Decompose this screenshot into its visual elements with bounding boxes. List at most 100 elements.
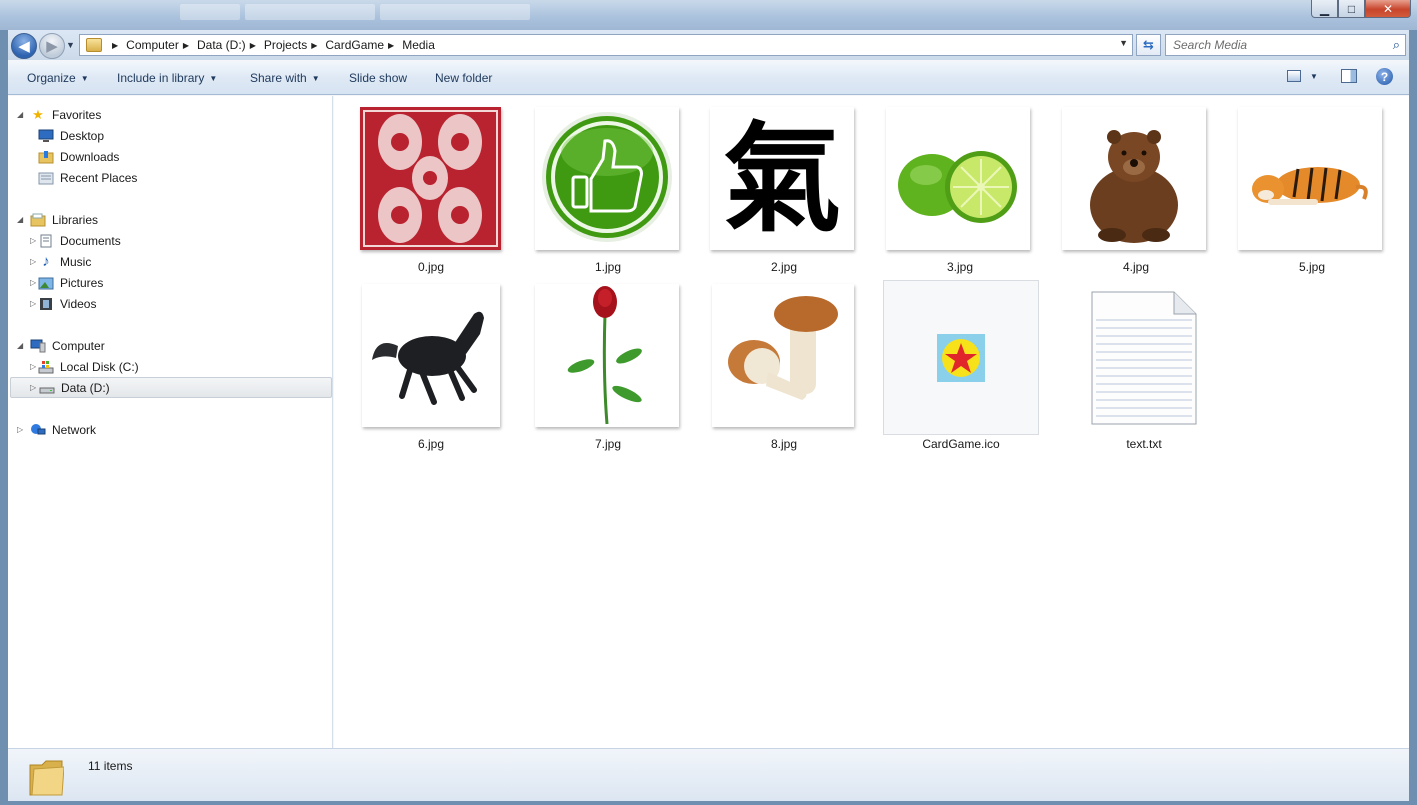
computer-icon [30,338,46,354]
expand-triangle-icon[interactable]: ◢ [17,110,23,119]
expand-triangle-icon[interactable]: ▷ [30,299,36,308]
chevron-down-icon: ▼ [80,74,89,83]
sidebar-item-data-d[interactable]: ▷ Data (D:) [10,377,332,398]
preview-pane-icon[interactable] [1341,69,1357,83]
tiger-image [1238,107,1382,250]
organize-button[interactable]: Organize ▼ [27,71,89,85]
expand-triangle-icon[interactable]: ▷ [30,236,36,245]
sidebar-item-downloads[interactable]: Downloads [38,146,119,167]
expand-triangle-icon[interactable]: ▷ [17,425,23,434]
maximize-button[interactable]: □ [1338,0,1365,18]
recent-pages-dropdown[interactable]: ▼ [66,40,75,50]
sidebar-item-videos[interactable]: ▷ Videos [30,293,96,314]
breadcrumb-data-drive[interactable]: Data (D:) ▶ [197,38,264,52]
sidebar-item-recent-places[interactable]: Recent Places [38,167,137,188]
expand-triangle-icon[interactable]: ◢ [17,215,23,224]
libraries-icon [30,212,46,228]
file-list: 0.jpg 1.jpg 氣 2.jpg 3.jpg 4.jpg 5.jpg 6.… [334,96,1409,748]
sidebar-item-local-disk-c[interactable]: ▷ Local Disk (C:) [30,356,139,377]
sidebar-item-music[interactable]: ▷ ♪ Music [30,251,91,272]
sidebar-item-network[interactable]: ▷ Network [17,419,96,440]
back-button[interactable]: ◀ [11,33,37,59]
music-note-icon: ♪ [42,253,50,270]
new-folder-button[interactable]: New folder [435,71,492,85]
sidebar-item-desktop[interactable]: Desktop [38,125,104,146]
view-options-dropdown[interactable]: ▼ [1310,72,1318,81]
search-box[interactable]: ⌕ [1165,34,1406,56]
share-label: Share with [250,71,307,85]
navigation-pane: ◢ ★ Favorites Desktop Downloads Recent P… [8,96,333,748]
slide-show-button[interactable]: Slide show [349,71,407,85]
sidebar-item-label: Data (D:) [61,380,110,395]
close-button[interactable]: ✕ [1365,0,1411,18]
breadcrumb-label: Data (D:) [197,38,246,52]
background-window-ghost [180,4,240,20]
chevron-right-icon[interactable]: ▶ [311,41,317,50]
sidebar-item-pictures[interactable]: ▷ Pictures [30,272,103,293]
address-history-dropdown[interactable]: ▼ [1119,38,1128,48]
breadcrumb-label: Computer [126,38,179,52]
chevron-down-icon: ▼ [311,74,320,83]
address-bar[interactable]: ▶ Computer ▶ Data (D:) ▶ Projects ▶ Card… [79,34,1133,56]
breadcrumb-cardgame[interactable]: CardGame ▶ [325,38,402,52]
background-window-ghost [245,4,375,20]
sidebar-item-label: Documents [60,233,121,248]
minimize-button[interactable]: ▁ [1311,0,1338,18]
include-in-library-button[interactable]: Include in library ▼ [117,71,217,85]
breadcrumb-media[interactable]: Media [402,38,435,52]
forward-button[interactable]: ▶ [39,33,65,59]
sidebar-item-documents[interactable]: ▷ Documents [30,230,121,251]
recent-places-icon [38,170,54,186]
change-view-icon[interactable] [1287,70,1301,82]
back-arrow-icon: ◀ [18,38,30,55]
slideshow-label: Slide show [349,71,408,85]
chevron-down-icon: ▼ [209,74,218,83]
file-name: 7.jpg [594,437,622,451]
organize-label: Organize [27,71,76,85]
file-name: 6.jpg [417,437,445,451]
expand-triangle-icon[interactable]: ◢ [17,341,23,350]
share-with-button[interactable]: Share with ▼ [250,71,320,85]
new-folder-label: New folder [435,71,493,85]
item-count: 11 items [88,759,133,773]
sidebar-item-label: Downloads [60,149,120,164]
network-icon [30,422,46,438]
file-name: CardGame.ico [922,437,1000,451]
file-name: 4.jpg [1122,260,1150,274]
command-bar: Organize ▼ Include in library ▼ Share with… [8,61,1409,95]
chevron-right-icon[interactable]: ▶ [388,41,394,50]
expand-triangle-icon[interactable]: ▷ [30,362,36,371]
sidebar-item-computer[interactable]: ◢ Computer [17,335,105,356]
thumbs-up-image [535,107,679,250]
expand-triangle-icon[interactable]: ▷ [30,383,36,392]
breadcrumb-label: Media [402,38,435,52]
expand-triangle-icon[interactable]: ▷ [30,278,36,287]
refresh-button[interactable]: ⇆ [1136,34,1161,56]
kanji-glyph: 氣 [722,108,841,248]
sidebar-item-label: Favorites [52,107,102,122]
breadcrumb-root-arrow[interactable]: ▶ [108,41,126,50]
star-icon-file [937,334,985,382]
file-name: 2.jpg [770,260,798,274]
sidebar-item-label: Local Disk (C:) [60,359,139,374]
breadcrumb-label: Projects [263,38,308,52]
breadcrumb-computer[interactable]: Computer ▶ [126,38,197,52]
help-icon[interactable]: ? [1376,68,1393,85]
breadcrumb-projects[interactable]: Projects ▶ [264,38,326,52]
sidebar-item-label: Computer [52,338,105,353]
sidebar-item-libraries[interactable]: ◢ Libraries [17,209,98,230]
drive-icon [39,380,55,396]
file-name: 8.jpg [770,437,798,451]
file-name: 0.jpg [417,260,445,274]
file-name: 5.jpg [1298,260,1326,274]
chevron-right-icon[interactable]: ▶ [250,41,256,50]
expand-triangle-icon[interactable]: ▷ [30,257,36,266]
search-icon[interactable]: ⌕ [1393,37,1400,53]
file-name: 3.jpg [946,260,974,274]
sidebar-item-favorites[interactable]: ◢ ★ Favorites [17,104,102,125]
search-input[interactable] [1166,35,1376,55]
desktop-icon [38,128,54,144]
downloads-folder-icon [38,149,54,165]
card-back-image [360,107,501,250]
chevron-right-icon[interactable]: ▶ [183,41,189,50]
